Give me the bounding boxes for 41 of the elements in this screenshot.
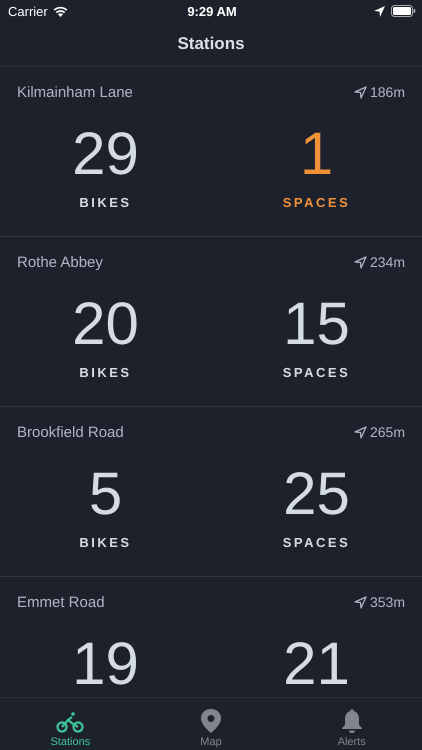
station-name: Emmet Road xyxy=(17,594,105,610)
count-label: BIKES xyxy=(79,365,132,380)
location-arrow-icon xyxy=(374,6,385,16)
tab-bar-item[interactable]: Alerts xyxy=(281,698,422,750)
count-value: 20 xyxy=(72,289,139,359)
count-label: BIKES xyxy=(79,535,132,550)
count-label: SPACES xyxy=(282,535,350,550)
count-value: 29 xyxy=(72,119,139,189)
tab-bar-item[interactable]: Map xyxy=(140,698,282,750)
station-card[interactable]: Rothe Abbey 234m 20 BIKES 15 SPACES xyxy=(0,237,422,407)
count-value: 19 xyxy=(72,629,139,697)
tab-bar-item[interactable]: Stations xyxy=(0,698,141,750)
count-label: SPACES xyxy=(282,195,350,210)
count-value: 5 xyxy=(88,459,122,529)
bicycle-icon xyxy=(56,710,84,734)
station-name: Rothe Abbey xyxy=(17,254,103,270)
carrier-label: Carrier xyxy=(8,4,48,18)
station-name: Kilmainham Lane xyxy=(17,84,133,100)
battery-icon xyxy=(391,5,416,17)
station-distance: 265m xyxy=(370,424,405,440)
station-card[interactable]: Brookfield Road 265m 5 BIKES 25 SPACES xyxy=(0,407,422,577)
navigation-arrow-icon xyxy=(354,426,367,438)
count-label: SPACES xyxy=(282,365,350,380)
count-value: 25 xyxy=(283,459,350,529)
count-label: BIKES xyxy=(79,195,132,210)
map-pin-icon xyxy=(200,708,222,734)
count-value: 1 xyxy=(300,119,334,189)
station-name: Brookfield Road xyxy=(17,424,124,440)
station-distance: 234m xyxy=(370,254,405,270)
bell-icon xyxy=(340,708,364,734)
count-value: 21 xyxy=(283,629,350,697)
count-value: 15 xyxy=(283,289,350,359)
wifi-icon xyxy=(52,6,68,16)
navigation-arrow-icon xyxy=(354,86,367,98)
station-distance: 186m xyxy=(370,84,405,100)
station-distance: 353m xyxy=(370,594,405,610)
station-card[interactable]: Kilmainham Lane 186m 29 BIKES 1 SPACES xyxy=(0,67,422,237)
navigation-arrow-icon xyxy=(354,596,367,608)
status-time: 9:29 AM xyxy=(187,4,237,18)
navigation-arrow-icon xyxy=(354,256,367,268)
screen-title: Stations xyxy=(177,34,245,54)
